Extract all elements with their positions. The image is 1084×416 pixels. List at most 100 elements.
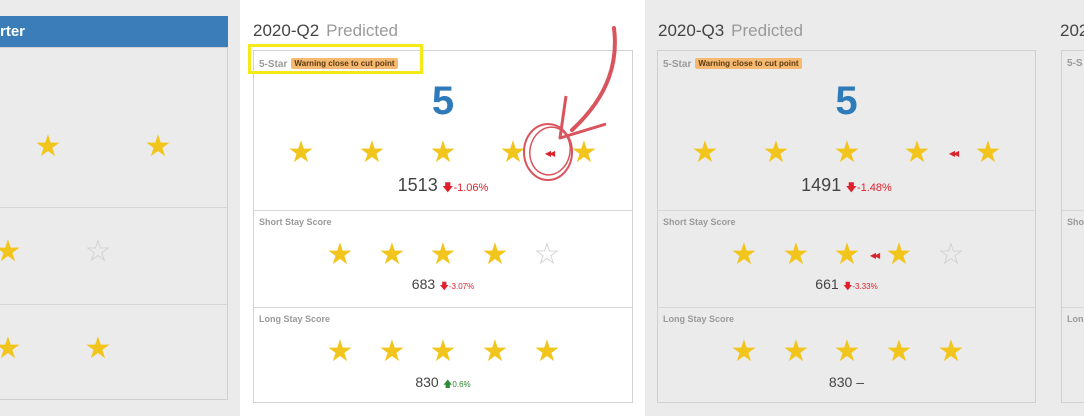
score-change: -3.07% xyxy=(448,282,475,291)
short-stay-stars: ★ ★ ★ ★ ☆ xyxy=(254,240,632,272)
five-star-label: 5-S xyxy=(1067,58,1083,69)
star-icon: ★ xyxy=(429,136,457,169)
star-icon: ★ xyxy=(730,335,758,368)
current-quarter-header: rter xyxy=(0,16,228,47)
short-stay-section: ★ ☆ xyxy=(0,207,227,304)
score-value: 1513 xyxy=(397,175,438,195)
star-icon: ★ xyxy=(144,130,172,163)
star-icon: ★ xyxy=(903,136,931,169)
long-stay-section: Long Stay Score ★ ★ ★ ★ ★ 830 🡅0.6% xyxy=(254,307,632,404)
arrow-down-icon: 🡇 xyxy=(442,182,454,194)
star-icon: ★ xyxy=(481,335,509,368)
star-icon: ★ xyxy=(499,136,527,169)
star-icon: ★ xyxy=(358,136,386,169)
long-stay-label: Long xyxy=(1067,314,1084,324)
star-icon: ★ xyxy=(570,136,598,169)
star-icon: ★ xyxy=(833,136,861,169)
star-icon: ★ xyxy=(378,238,406,271)
five-star-stars: ★ ★ ★ ★ ◀◀ ★ xyxy=(658,138,1035,170)
star-icon: ★ xyxy=(429,238,457,271)
star-icon: ★ xyxy=(378,335,406,368)
quarter-card: 5-Star Warning close to cut point 5 ★ ★ ★… xyxy=(657,50,1036,403)
five-star-score: 1491 🡇-1.48% xyxy=(658,175,1035,198)
star-icon: ★ xyxy=(84,332,112,365)
star-icon: ★ xyxy=(833,335,861,368)
long-stay-section: Long Stay Score ★ ★ ★ ★ ★ 830– xyxy=(658,307,1035,404)
quarter-card-partial: 5-S Sho Long xyxy=(1061,50,1084,403)
near-cut-point-arrow-icon: ◀◀ xyxy=(544,149,555,158)
no-change-indicator: – xyxy=(856,374,865,390)
star-icon: ★ xyxy=(429,335,457,368)
score-value: 830 xyxy=(415,374,439,390)
star-icon: ★ xyxy=(833,238,861,271)
quarter-label: 2020-Q2 xyxy=(253,21,320,40)
score-value: 830 xyxy=(828,374,853,390)
star-icon: ★ xyxy=(782,238,810,271)
empty-star-icon: ☆ xyxy=(533,238,561,271)
overall-rating: 5 xyxy=(431,79,455,123)
warning-badge: Warning close to cut point xyxy=(695,58,802,69)
star-icon: ★ xyxy=(885,238,913,271)
star-icon: ★ xyxy=(34,130,62,163)
empty-star-icon: ☆ xyxy=(937,238,965,271)
short-stay-stars: ★ ☆ xyxy=(0,237,227,269)
short-stay-score: 683 🡇-3.07% xyxy=(254,276,632,295)
five-star-section: ★ ★ xyxy=(0,48,227,207)
score-value: 683 xyxy=(411,276,436,292)
quarter-column-q3: 2020-Q3 Predicted 5-Star Warning close to … xyxy=(645,0,1050,416)
five-star-stars: ★ ★ xyxy=(0,132,227,164)
long-stay-label: Long Stay Score xyxy=(259,314,331,324)
current-quarter-header-label: rter xyxy=(0,23,26,40)
short-stay-section: Short Stay Score ★ ★ ★ ◀◀ ★ ☆ 661 🡇-3.33… xyxy=(658,210,1035,307)
five-star-score: 1513 🡇-1.06% xyxy=(254,175,632,198)
quarter-title: 2020-Q2 Predicted xyxy=(253,21,398,41)
short-stay-section: Short Stay Score ★ ★ ★ ★ ☆ 683 🡇-3.07% xyxy=(254,210,632,307)
arrow-down-icon: 🡇 xyxy=(439,281,449,291)
arrow-down-icon: 🡇 xyxy=(843,281,853,291)
long-stay-stars: ★ ★ ★ ★ ★ xyxy=(658,337,1035,369)
quarter-label: 2020-Q3 xyxy=(658,21,725,40)
star-icon: ★ xyxy=(0,332,22,365)
near-cut-point-arrow-icon: ◀◀ xyxy=(948,149,959,158)
star-icon: ★ xyxy=(937,335,965,368)
empty-star-icon: ☆ xyxy=(84,235,112,268)
long-stay-stars: ★ ★ xyxy=(0,334,227,366)
star-icon: ★ xyxy=(287,136,315,169)
short-stay-label: Sho xyxy=(1067,217,1084,227)
five-star-section: 5-Star Warning close to cut point 5 ★ ★ ★… xyxy=(254,51,632,210)
star-icon: ★ xyxy=(326,238,354,271)
current-quarter-column: rter ★ ★ ★ ☆ ★ ★ xyxy=(0,0,240,416)
five-star-section: 5-Star Warning close to cut point 5 ★ ★ ★… xyxy=(658,51,1035,210)
quarter-comparison-view: rter ★ ★ ★ ☆ ★ ★ 2020-Q2 Predicted 5-Sta… xyxy=(0,0,1084,416)
star-icon: ★ xyxy=(762,136,790,169)
near-cut-point-arrow-icon: ◀◀ xyxy=(869,251,880,260)
predicted-label: Predicted xyxy=(326,21,398,40)
long-stay-label: Long Stay Score xyxy=(663,314,735,324)
score-change: -1.48% xyxy=(856,182,892,194)
long-stay-stars: ★ ★ ★ ★ ★ xyxy=(254,337,632,369)
long-stay-score: 830 🡅0.6% xyxy=(254,374,632,393)
long-stay-section: ★ ★ xyxy=(0,304,227,401)
score-change: 0.6% xyxy=(452,380,471,389)
star-icon: ★ xyxy=(481,238,509,271)
quarter-column-next: 202 5-S Sho Long xyxy=(1050,0,1084,416)
yellow-highlight-box xyxy=(248,44,423,74)
short-stay-label: Short Stay Score xyxy=(663,217,736,227)
arrow-down-icon: 🡇 xyxy=(845,182,857,194)
star-icon: ★ xyxy=(533,335,561,368)
overall-rating: 5 xyxy=(835,79,858,123)
star-icon: ★ xyxy=(730,238,758,271)
quarter-card: 5-Star Warning close to cut point 5 ★ ★ ★… xyxy=(253,50,633,403)
short-stay-label: Short Stay Score xyxy=(259,217,332,227)
quarter-title: 2020-Q3 Predicted xyxy=(658,21,803,41)
long-stay-score: 830– xyxy=(658,374,1035,392)
star-icon: ★ xyxy=(0,235,22,268)
current-quarter-card: ★ ★ ★ ☆ ★ ★ xyxy=(0,47,228,400)
score-value: 1491 xyxy=(801,175,842,195)
star-icon: ★ xyxy=(691,136,719,169)
score-change: -3.33% xyxy=(852,282,878,291)
star-icon: ★ xyxy=(885,335,913,368)
score-change: -1.06% xyxy=(453,182,489,194)
short-stay-stars: ★ ★ ★ ◀◀ ★ ☆ xyxy=(658,240,1035,272)
short-stay-score: 661 🡇-3.33% xyxy=(658,276,1035,295)
